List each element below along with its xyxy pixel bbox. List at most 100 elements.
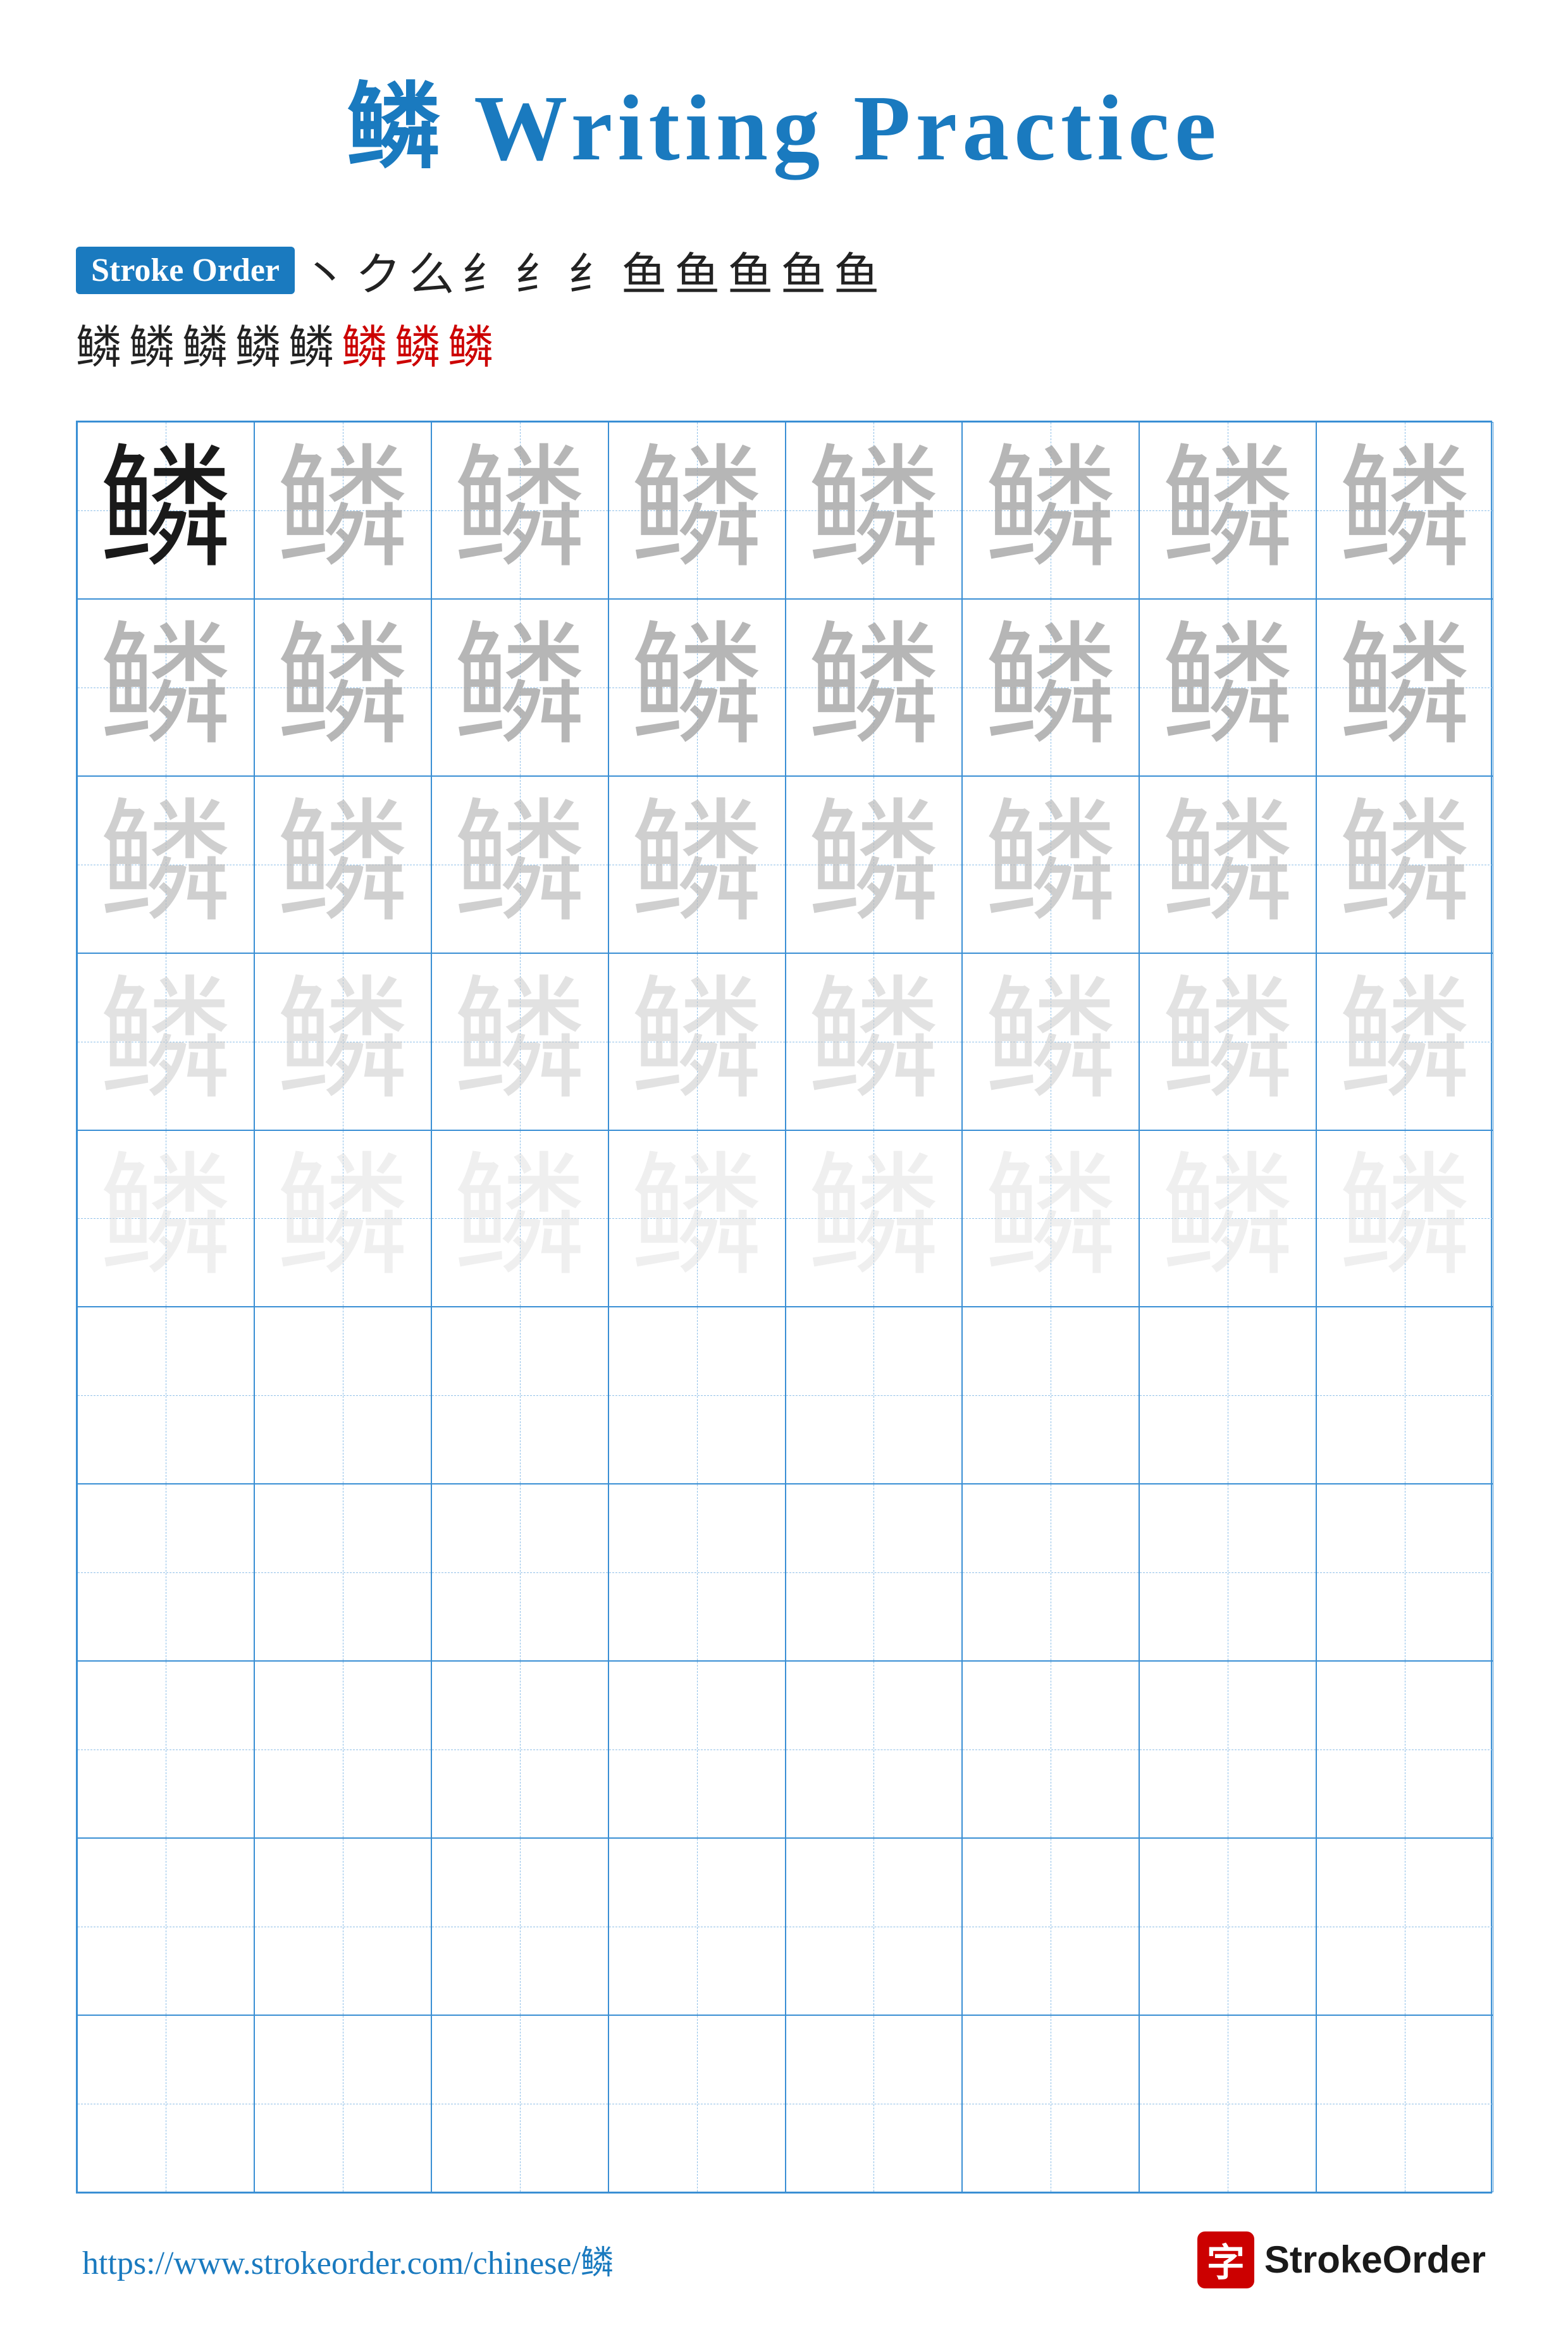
cell-4-8[interactable]: 鳞 [1316,953,1493,1130]
cell-2-7[interactable]: 鳞 [1139,599,1316,776]
grid-row-1: 鳞 鳞 鳞 鳞 鳞 鳞 鳞 鳞 [77,422,1491,599]
cell-1-1[interactable]: 鳞 [77,422,254,599]
cell-4-1[interactable]: 鳞 [77,953,254,1130]
cell-1-3[interactable]: 鳞 [431,422,608,599]
cell-8-7[interactable] [1139,1661,1316,1838]
cell-3-4[interactable]: 鳞 [608,776,786,953]
cell-4-3[interactable]: 鳞 [431,953,608,1130]
cell-7-6[interactable] [962,1484,1139,1661]
cell-10-5[interactable] [786,2015,963,2192]
practice-char: 鳞 [807,1152,940,1285]
cell-2-8[interactable]: 鳞 [1316,599,1493,776]
cell-6-4[interactable] [608,1307,786,1484]
cell-2-5[interactable]: 鳞 [786,599,963,776]
cell-5-3[interactable]: 鳞 [431,1130,608,1307]
cell-8-2[interactable] [254,1661,431,1838]
cell-10-8[interactable] [1316,2015,1493,2192]
practice-char: 鳞 [1161,798,1294,931]
cell-1-8[interactable]: 鳞 [1316,422,1493,599]
cell-5-5[interactable]: 鳞 [786,1130,963,1307]
cell-6-3[interactable] [431,1307,608,1484]
stroke-order-row-1: Stroke Order 丶 ク 么 纟 纟 纟 鱼 鱼 鱼 鱼 鱼 [76,237,1492,304]
cell-6-1[interactable] [77,1307,254,1484]
practice-char: 鳞 [1338,621,1471,754]
footer-url[interactable]: https://www.strokeorder.com/chinese/鳞 [82,2236,614,2283]
cell-9-2[interactable] [254,1838,431,2015]
cell-10-6[interactable] [962,2015,1139,2192]
cell-10-2[interactable] [254,2015,431,2192]
cell-7-4[interactable] [608,1484,786,1661]
stroke-4: 纟 [462,237,507,304]
cell-5-1[interactable]: 鳞 [77,1130,254,1307]
cell-3-7[interactable]: 鳞 [1139,776,1316,953]
cell-6-7[interactable] [1139,1307,1316,1484]
cell-9-7[interactable] [1139,1838,1316,2015]
cell-3-2[interactable]: 鳞 [254,776,431,953]
cell-9-3[interactable] [431,1838,608,2015]
cell-4-2[interactable]: 鳞 [254,953,431,1130]
cell-8-1[interactable] [77,1661,254,1838]
cell-9-4[interactable] [608,1838,786,2015]
stroke-order-label: Stroke Order [76,247,295,294]
cell-5-6[interactable]: 鳞 [962,1130,1139,1307]
cell-10-3[interactable] [431,2015,608,2192]
cell-2-3[interactable]: 鳞 [431,599,608,776]
cell-9-8[interactable] [1316,1838,1493,2015]
cell-3-8[interactable]: 鳞 [1316,776,1493,953]
cell-1-6[interactable]: 鳞 [962,422,1139,599]
practice-char: 鳞 [807,975,940,1108]
cell-5-2[interactable]: 鳞 [254,1130,431,1307]
stroke-2: ク [355,237,401,304]
cell-3-6[interactable]: 鳞 [962,776,1139,953]
cell-4-7[interactable]: 鳞 [1139,953,1316,1130]
cell-7-1[interactable] [77,1484,254,1661]
cell-2-1[interactable]: 鳞 [77,599,254,776]
practice-char: 鳞 [984,444,1117,577]
cell-7-5[interactable] [786,1484,963,1661]
cell-3-5[interactable]: 鳞 [786,776,963,953]
cell-7-8[interactable] [1316,1484,1493,1661]
cell-5-8[interactable]: 鳞 [1316,1130,1493,1307]
cell-1-2[interactable]: 鳞 [254,422,431,599]
cell-8-3[interactable] [431,1661,608,1838]
cell-8-4[interactable] [608,1661,786,1838]
cell-8-5[interactable] [786,1661,963,1838]
footer-logo-text: StrokeOrder [1264,2238,1486,2281]
practice-char: 鳞 [631,798,763,931]
cell-1-5[interactable]: 鳞 [786,422,963,599]
cell-6-2[interactable] [254,1307,431,1484]
cell-10-1[interactable] [77,2015,254,2192]
cell-7-2[interactable] [254,1484,431,1661]
cell-6-6[interactable] [962,1307,1139,1484]
stroke-17: 鳞 [342,310,387,376]
stroke-18: 鳞 [395,310,440,376]
cell-1-7[interactable]: 鳞 [1139,422,1316,599]
cell-3-1[interactable]: 鳞 [77,776,254,953]
cell-1-4[interactable]: 鳞 [608,422,786,599]
cell-9-5[interactable] [786,1838,963,2015]
cell-7-3[interactable] [431,1484,608,1661]
practice-char: 鳞 [631,621,763,754]
cell-10-4[interactable] [608,2015,786,2192]
cell-9-6[interactable] [962,1838,1139,2015]
cell-5-4[interactable]: 鳞 [608,1130,786,1307]
cell-7-7[interactable] [1139,1484,1316,1661]
cell-9-1[interactable] [77,1838,254,2015]
cell-5-7[interactable]: 鳞 [1139,1130,1316,1307]
cell-6-5[interactable] [786,1307,963,1484]
cell-3-3[interactable]: 鳞 [431,776,608,953]
practice-char: 鳞 [1161,621,1294,754]
cell-4-6[interactable]: 鳞 [962,953,1139,1130]
cell-2-2[interactable]: 鳞 [254,599,431,776]
grid-row-10 [77,2015,1491,2192]
cell-6-8[interactable] [1316,1307,1493,1484]
cell-8-8[interactable] [1316,1661,1493,1838]
practice-char: 鳞 [807,621,940,754]
cell-2-4[interactable]: 鳞 [608,599,786,776]
cell-4-4[interactable]: 鳞 [608,953,786,1130]
cell-2-6[interactable]: 鳞 [962,599,1139,776]
cell-8-6[interactable] [962,1661,1139,1838]
cell-4-5[interactable]: 鳞 [786,953,963,1130]
cell-10-7[interactable] [1139,2015,1316,2192]
stroke-19: 鳞 [448,310,493,376]
